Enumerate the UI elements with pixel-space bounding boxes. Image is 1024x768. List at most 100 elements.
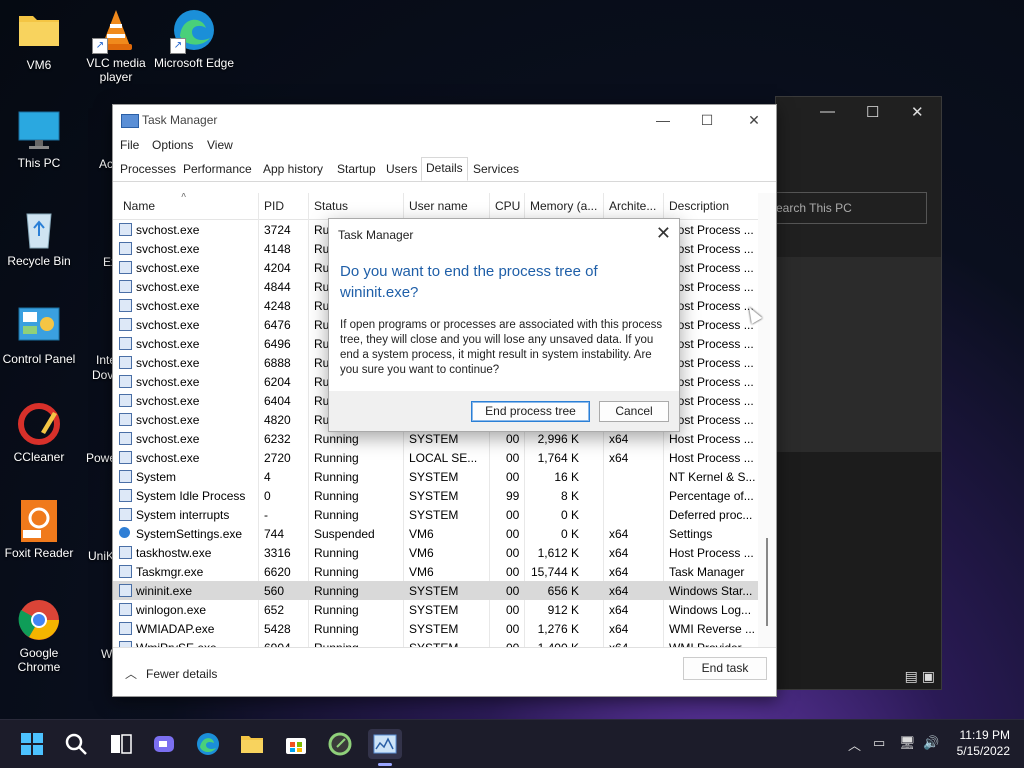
column-header-description[interactable]: Description [669,199,729,213]
dialog-button-bar: End process tree Cancel [329,391,679,431]
table-row[interactable]: System Idle Process 0 Running SYSTEM 99 8 K Pe… [113,486,758,505]
tab-services[interactable]: Services [469,159,523,179]
dialog-heading: Do you want to end the process tree of w… [340,263,598,301]
cell-pid: 6476 [264,318,291,332]
end-process-tree-button[interactable]: End process tree [471,401,590,422]
cell-desc: Windows Star... [669,584,753,598]
fewer-details-button[interactable]: Fewer details [146,667,217,681]
close-icon[interactable]: ✕ [911,103,924,121]
cell-desc: Windows Log... [669,603,752,617]
title-bar[interactable]: Task Manager — ☐ ✕ [113,105,776,135]
column-header-architecture[interactable]: Archite... [609,199,656,213]
column-header-pid[interactable]: PID [264,199,284,213]
desktop-icon-vm6[interactable]: VM6 [0,10,81,72]
partial-icon-label: Dov [92,368,114,382]
tab-details[interactable]: Details [421,157,468,181]
menu-view[interactable]: View [207,138,233,152]
table-row[interactable]: SystemSettings.exe 744 Suspended VM6 00 0 K x6… [113,524,758,543]
desktop-icon-edge[interactable]: ↗ Microsoft Edge [152,8,236,70]
process-icon [119,375,132,388]
start-icon[interactable] [20,732,44,756]
confirm-dialog[interactable]: Task Manager ✕ Do you want to end the pr… [328,218,680,432]
menu-file[interactable]: File [120,138,139,152]
table-row[interactable]: WMIADAP.exe 5428 Running SYSTEM 00 1,276 K x64… [113,619,758,638]
column-header-status[interactable]: Status [314,199,348,213]
ccleaner-icon [17,402,61,446]
tab-processes[interactable]: Processes [116,159,180,179]
keyboard-icon[interactable]: ▭ [873,735,885,751]
cell-name: WMIADAP.exe [136,622,215,636]
search-icon[interactable] [64,732,88,756]
explorer-content [776,257,941,452]
table-row[interactable]: winlogon.exe 652 Running SYSTEM 00 912 K x64 Wi… [113,600,758,619]
chevron-up-icon[interactable]: ︿ [125,665,137,682]
maximize-icon[interactable]: ☐ [866,103,879,121]
cell-status: Running [314,508,359,522]
desktop-icon-ccleaner[interactable]: CCleaner [0,402,81,464]
view-toggle-icon[interactable]: ▤ ▣ [905,668,935,685]
clock[interactable]: 11:19 PM 5/15/2022 [957,727,1010,759]
task-view-icon[interactable] [109,732,133,756]
vertical-scrollbar[interactable] [758,193,776,648]
table-row[interactable]: wininit.exe 560 Running SYSTEM 00 656 K x64 Win… [113,581,758,600]
menu-options[interactable]: Options [152,138,193,152]
table-row[interactable]: svchost.exe 2720 Running LOCAL SE... 00 1,764… [113,448,758,467]
cell-user: SYSTEM [409,432,459,446]
desktop-icon-recycle-bin[interactable]: Recycle Bin [0,206,81,268]
chat-icon[interactable] [152,732,176,756]
cancel-button[interactable]: Cancel [599,401,669,422]
desktop-icon-label: Google Chrome [17,646,61,674]
maximize-button[interactable]: ☐ [692,110,722,130]
column-header-name[interactable]: Name [123,199,155,213]
table-row[interactable]: taskhostw.exe 3316 Running VM6 00 1,612 K x64 H… [113,543,758,562]
column-header-memory[interactable]: Memory (a... [530,199,597,213]
edge-icon[interactable] [196,732,220,756]
table-row[interactable]: Taskmgr.exe 6620 Running VM6 00 15,744 K x64 Ta… [113,562,758,581]
cell-name: System Idle Process [136,489,246,503]
cell-mem: 0 K [560,527,579,541]
chevron-up-icon[interactable]: ︿ [848,735,861,754]
desktop-icon-control-panel[interactable]: Control Panel [0,304,81,366]
tab-users[interactable]: Users [382,159,421,179]
end-task-button[interactable]: End task [683,657,767,680]
network-icon[interactable]: 🖥 [899,735,916,751]
desktop-icon-this-pc[interactable]: This PC [0,108,81,170]
task-manager-icon[interactable] [368,729,402,759]
process-icon [119,489,132,502]
cell-user: SYSTEM [409,470,459,484]
tab-startup[interactable]: Startup [333,159,380,179]
app-icon[interactable] [328,732,352,756]
minimize-icon[interactable]: — [820,103,835,120]
desktop-icon-foxit[interactable]: Foxit Reader [0,498,81,560]
cell-arch: x64 [609,565,629,579]
tab-app-history[interactable]: App history [259,159,327,179]
close-icon[interactable]: ✕ [656,223,671,244]
tab-performance[interactable]: Performance [179,159,256,179]
desktop-icon-label: Foxit Reader [4,546,74,560]
chrome-icon [17,598,61,642]
cell-user: LOCAL SE... [409,451,478,465]
cell-arch: x64 [609,451,629,465]
minimize-button[interactable]: — [648,110,678,130]
table-row[interactable]: System 4 Running SYSTEM 00 16 K NT Kernel & S.… [113,467,758,486]
cell-desc: Host Process ... [669,318,754,332]
cell-desc: Host Process ... [669,337,754,351]
column-header-cpu[interactable]: CPU [495,199,520,213]
desktop-icon-vlc[interactable]: ↗ VLC media player [74,8,158,84]
store-icon[interactable] [284,732,308,756]
cell-cpu: 00 [506,584,520,598]
dialog-message: If open programs or processes are associ… [340,319,663,376]
file-explorer-window[interactable]: — ☐ ✕ earch This PC ▤ ▣ [775,96,942,690]
file-explorer-icon[interactable] [240,732,264,756]
table-row[interactable]: System interrupts - Running SYSTEM 00 0 K Defe… [113,505,758,524]
volume-icon[interactable]: 🔊 [923,735,939,751]
cell-mem: 912 K [547,603,579,617]
desktop-icon-chrome[interactable]: Google Chrome [0,598,81,674]
process-icon [119,280,132,293]
search-input[interactable]: earch This PC [776,192,927,224]
close-button[interactable]: ✕ [739,110,769,130]
cell-cpu: 00 [506,622,520,636]
scrollbar-thumb[interactable] [766,538,768,626]
column-header-user-name[interactable]: User name [409,199,468,213]
active-app-indicator [378,763,392,766]
